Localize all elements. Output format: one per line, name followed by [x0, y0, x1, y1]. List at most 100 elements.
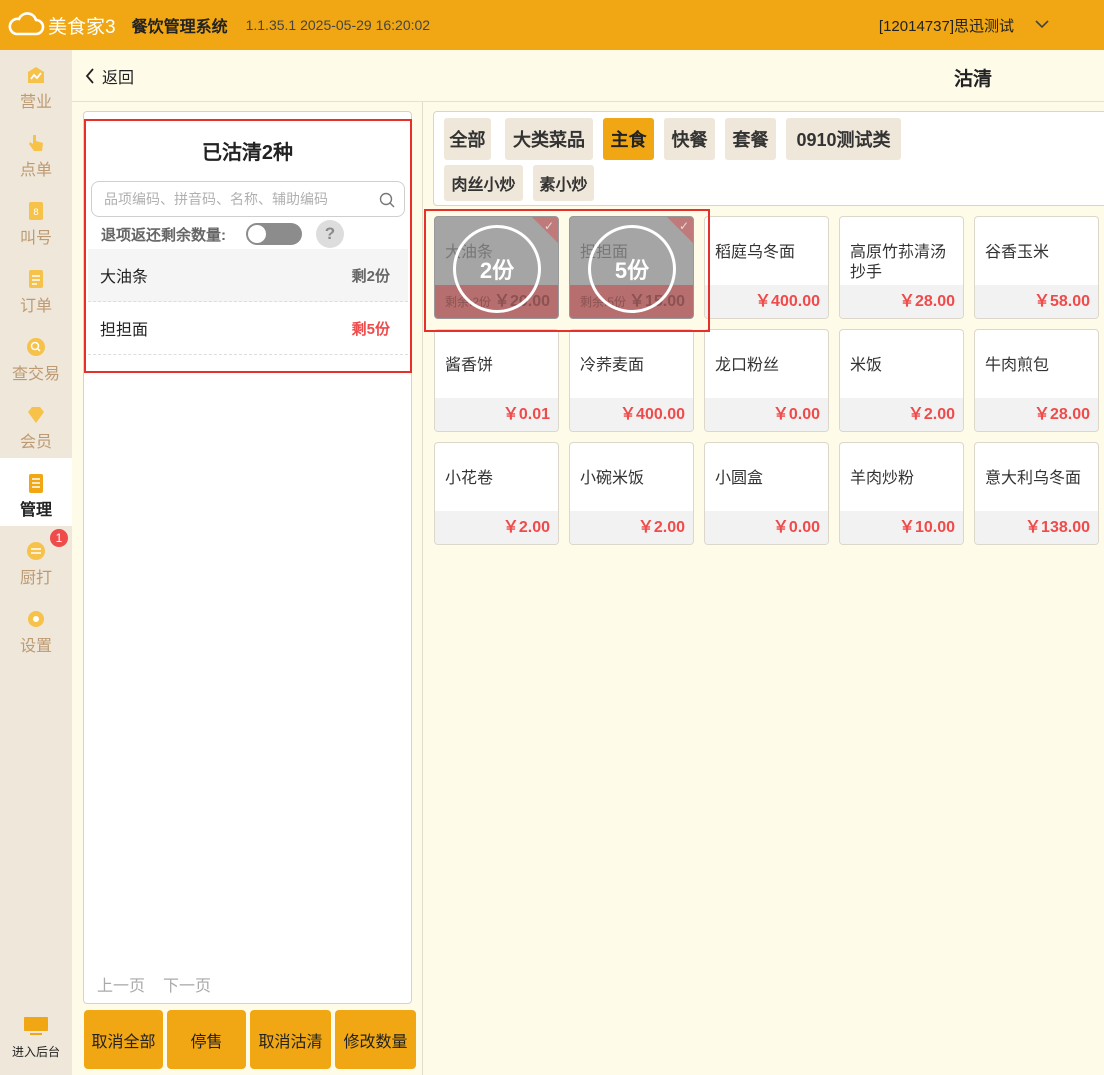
dish-card[interactable]: 小圆盒 ￥0.00	[704, 442, 829, 545]
dish-card[interactable]: 小花卷 ￥2.00	[434, 442, 559, 545]
chevron-left-icon	[85, 68, 94, 84]
chevron-down-icon[interactable]	[1032, 12, 1052, 36]
sidebar-item-settings[interactable]: 设置	[0, 594, 72, 662]
sold-out-dish-card[interactable]: 担担面 ￥15.00 剩余:5份 ✓ 5份	[569, 216, 694, 319]
sidebar-item-label: 会员	[19, 434, 52, 451]
back-button[interactable]: 返回	[84, 64, 134, 88]
return-quantity-toggle[interactable]	[246, 223, 302, 245]
return-quantity-row: 退项返还剩余数量: ?	[101, 220, 344, 248]
cancel-clear-button[interactable]: 取消沽清	[250, 1010, 331, 1069]
sidebar-item-call-number[interactable]: 8 叫号	[0, 186, 72, 254]
sidebar-item-transactions[interactable]: 查交易	[0, 322, 72, 390]
dish-name: 谷香玉米	[985, 244, 1050, 261]
dish-price: ￥2.00	[570, 511, 693, 544]
cleared-items-panel: 已沽清2种 退项返还剩余数量: ? 大油条 剩2份 担担面 剩5份 上一页	[83, 111, 412, 1004]
stop-sale-button[interactable]: 停售	[167, 1010, 246, 1069]
dish-price: ￥400.00	[570, 398, 693, 431]
dish-name: 酱香饼	[445, 357, 494, 374]
kitchen-print-icon	[27, 542, 45, 560]
dish-name: 龙口粉丝	[715, 357, 780, 374]
dish-name: 牛肉煎包	[985, 357, 1050, 374]
dish-price: ￥28.00	[975, 398, 1098, 431]
notification-badge: 1	[50, 529, 68, 547]
dish-price: ￥10.00	[840, 511, 963, 544]
back-label: 返回	[102, 70, 135, 87]
enter-backend-button[interactable]: 进入后台	[0, 1015, 72, 1060]
category-shredded-pork[interactable]: 肉丝小炒	[444, 165, 523, 201]
item-name: 大油条	[100, 269, 149, 286]
app-title: 餐饮管理系统	[131, 19, 228, 36]
search-input[interactable]	[104, 191, 374, 207]
sidebar-item-orders[interactable]: 订单	[0, 254, 72, 322]
dish-price: ￥2.00	[435, 511, 558, 544]
sidebar-item-business[interactable]: 营业	[0, 50, 72, 118]
dish-name: 高原竹荪清汤抄手	[850, 244, 947, 281]
pagination: 上一页 下一页	[97, 972, 211, 996]
sidebar-item-members[interactable]: 会员	[0, 390, 72, 458]
cancel-all-button[interactable]: 取消全部	[84, 1010, 163, 1069]
next-page-button[interactable]: 下一页	[163, 972, 211, 996]
diamond-icon	[28, 407, 44, 423]
dish-price: ￥58.00	[975, 285, 1098, 318]
category-fast-food[interactable]: 快餐	[664, 118, 715, 160]
sidebar-item-label: 查交易	[11, 366, 60, 383]
remaining-quantity-circle: 5份	[588, 225, 676, 313]
dish-card[interactable]: 谷香玉米 ￥58.00	[974, 216, 1099, 319]
category-main-dishes[interactable]: 大类菜品	[505, 118, 593, 160]
category-set-meal[interactable]: 套餐	[725, 118, 776, 160]
dish-card[interactable]: 龙口粉丝 ￥0.00	[704, 329, 829, 432]
version-info: 1.1.35.1 2025-05-29 16:20:02	[245, 17, 431, 33]
return-quantity-label: 退项返还剩余数量:	[101, 226, 226, 244]
prev-page-button[interactable]: 上一页	[97, 972, 145, 996]
category-staple[interactable]: 主食	[603, 118, 654, 160]
sidebar-item-label: 厨打	[19, 570, 52, 587]
modify-quantity-button[interactable]: 修改数量	[335, 1010, 416, 1069]
dish-price: ￥0.00	[705, 398, 828, 431]
dish-card[interactable]: 米饭 ￥2.00	[839, 329, 964, 432]
list-item[interactable]: 担担面 剩5份	[88, 302, 408, 355]
item-remaining: 剩2份	[351, 267, 390, 285]
sidebar-item-kitchen-print[interactable]: 1 厨打	[0, 526, 72, 594]
dish-name: 冷荞麦面	[580, 357, 645, 374]
order-icon	[29, 270, 43, 288]
clipboard-icon	[29, 474, 43, 493]
dish-name: 小花卷	[445, 470, 494, 487]
sidebar-item-label: 设置	[19, 638, 52, 655]
sidebar-item-management[interactable]: 管理	[0, 458, 72, 526]
hand-pointer-icon	[29, 135, 43, 151]
call-number-icon: 8	[29, 202, 43, 220]
category-bar: 全部 大类菜品 主食 快餐 套餐 0910测试类 肉丝小炒 素小炒	[433, 111, 1104, 206]
sold-out-dish-card[interactable]: 大油条 ￥20.00 剩余:2份 ✓ 2份	[434, 216, 559, 319]
logo-text: 美食家3	[48, 16, 116, 38]
cleared-count-title: 已沽清2种	[201, 142, 294, 164]
category-vegetarian[interactable]: 素小炒	[533, 165, 594, 201]
dish-price: ￥400.00	[705, 285, 828, 318]
dish-card[interactable]: 高原竹荪清汤抄手 ￥28.00	[839, 216, 964, 319]
search-transaction-icon	[27, 338, 45, 356]
dish-card[interactable]: 小碗米饭 ￥2.00	[569, 442, 694, 545]
sidebar-item-label: 叫号	[19, 230, 52, 247]
category-test[interactable]: 0910测试类	[786, 118, 901, 160]
gear-icon	[28, 611, 44, 627]
dish-card[interactable]: 牛肉煎包 ￥28.00	[974, 329, 1099, 432]
page-title: 沽清	[954, 69, 993, 90]
checkmark-icon: ✓	[543, 219, 554, 233]
top-bar: 美食家3 餐饮管理系统 1.1.35.1 2025-05-29 16:20:02…	[0, 0, 1104, 50]
svg-text:8: 8	[33, 208, 39, 218]
sidebar-item-order-entry[interactable]: 点单	[0, 118, 72, 186]
chart-icon	[28, 67, 44, 83]
dish-card[interactable]: 意大利乌冬面 ￥138.00	[974, 442, 1099, 545]
dish-card[interactable]: 稻庭乌冬面 ￥400.00	[704, 216, 829, 319]
dish-card[interactable]: 冷荞麦面 ￥400.00	[569, 329, 694, 432]
remaining-quantity-circle: 2份	[453, 225, 541, 313]
search-icon[interactable]	[378, 191, 396, 209]
dish-card[interactable]: 羊肉炒粉 ￥10.00	[839, 442, 964, 545]
category-all[interactable]: 全部	[444, 118, 491, 160]
list-item[interactable]: 大油条 剩2份	[88, 249, 408, 302]
help-icon[interactable]: ?	[316, 220, 344, 248]
user-account[interactable]: [12014737]思迅测试	[879, 15, 1014, 36]
sub-header: 返回 沽清	[72, 50, 1104, 102]
sidebar-item-label: 管理	[19, 502, 52, 519]
dish-card[interactable]: 酱香饼 ￥0.01	[434, 329, 559, 432]
monitor-icon	[24, 1017, 48, 1035]
